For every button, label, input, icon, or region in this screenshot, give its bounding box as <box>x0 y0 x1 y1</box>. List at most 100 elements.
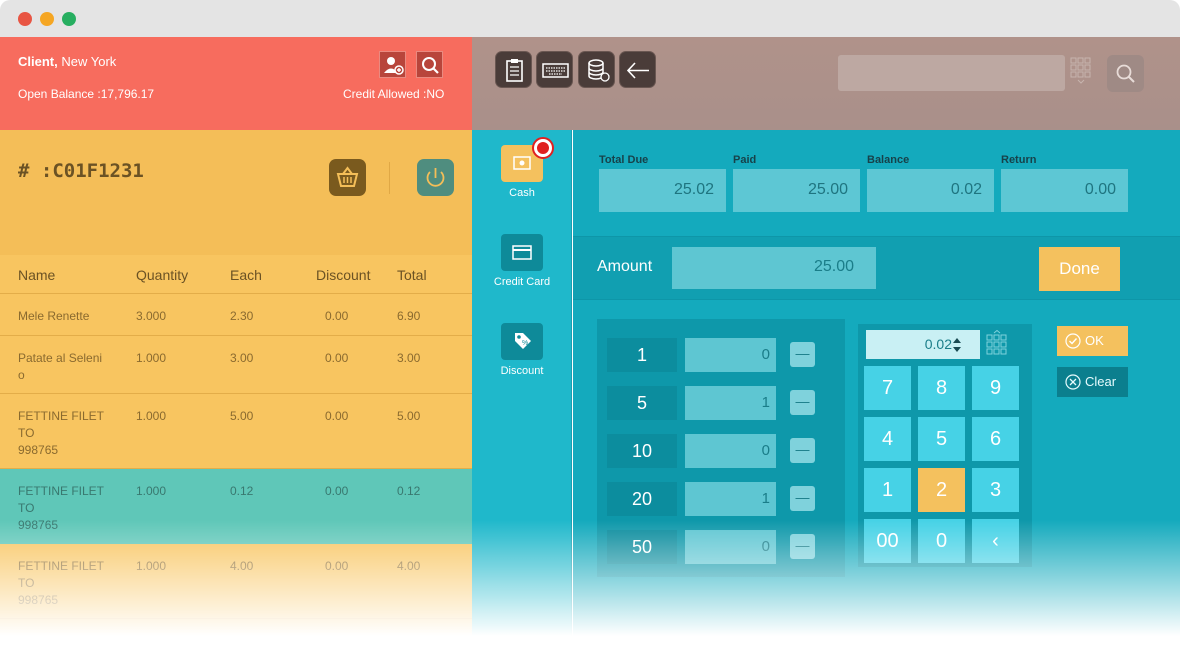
denomination-count-field[interactable]: 0 <box>685 530 776 564</box>
minimize-window-dot[interactable] <box>40 12 54 26</box>
cell-each: 5.00 <box>230 409 254 423</box>
cell-name: Mele Renette <box>18 309 90 323</box>
denomination-label[interactable]: 20 <box>607 482 677 516</box>
payment-method-credit-card[interactable]: Credit Card <box>472 234 572 288</box>
payment-method-cash[interactable]: Cash <box>472 137 572 199</box>
stepper-icon <box>953 338 961 352</box>
denomination-count-field[interactable]: 1 <box>685 482 776 516</box>
table-row[interactable]: FETTINE FILET TO 998765 1.000 4.00 0.00 4.00 <box>0 544 472 619</box>
cell-total: 3.00 <box>397 351 421 365</box>
table-row[interactable]: FETTINE FILET TO 998765 1.000 0.12 0.00 0.12 <box>0 469 472 544</box>
divider <box>389 162 390 194</box>
client-label: Client, <box>18 54 58 69</box>
decrement-button[interactable]: — <box>790 486 815 511</box>
denomination-count-field[interactable]: 1 <box>685 386 776 420</box>
database-sync-button[interactable] <box>578 51 615 88</box>
basket-button[interactable] <box>329 159 366 196</box>
keypad-key[interactable]: 0 <box>918 519 965 563</box>
credit-card-icon <box>501 234 543 271</box>
keyboard-button[interactable] <box>536 51 573 88</box>
header-quantity: Quantity <box>136 267 189 283</box>
product-search-input[interactable] <box>838 55 1065 91</box>
product-search-button[interactable] <box>1107 55 1144 92</box>
total-due-field: 25.02 <box>599 169 726 212</box>
payment-area: Total Due 25.02 Paid 25.00 Balance 0.02 … <box>573 130 1180 665</box>
return-field: 0.00 <box>1001 169 1128 212</box>
ok-button[interactable]: OK <box>1057 326 1128 356</box>
cell-discount: 0.00 <box>325 559 349 573</box>
return-label: Return <box>1001 154 1037 166</box>
keypad-key[interactable]: 9 <box>972 366 1019 410</box>
power-button[interactable] <box>417 159 454 196</box>
add-client-button[interactable] <box>379 51 406 78</box>
client-bar: Client, New York Open Balance :17,796.17… <box>0 37 472 130</box>
keypad-key[interactable]: 5 <box>918 417 965 461</box>
keypad-key[interactable]: 6 <box>972 417 1019 461</box>
keypad-stepper[interactable] <box>952 336 962 359</box>
keypad-key[interactable]: 1 <box>864 468 911 512</box>
denomination-count-field[interactable]: 0 <box>685 434 776 468</box>
minus-icon: — <box>795 441 810 457</box>
denomination-label[interactable]: 5 <box>607 386 677 420</box>
denomination-count-field[interactable]: 0 <box>685 338 776 372</box>
keypad-key[interactable]: 2 <box>918 468 965 512</box>
grid-toggle-button[interactable] <box>1070 57 1092 85</box>
close-circle-icon <box>1065 374 1081 390</box>
back-button[interactable] <box>619 51 656 88</box>
close-window-dot[interactable] <box>18 12 32 26</box>
add-user-icon <box>384 57 404 75</box>
keypad-key[interactable]: 00 <box>864 519 911 563</box>
minus-icon: — <box>795 393 810 409</box>
header-discount: Discount <box>316 267 371 283</box>
cell-total: 4.00 <box>397 559 421 573</box>
check-circle-icon <box>1065 333 1081 349</box>
keyboard-icon <box>542 63 569 78</box>
cell-name: FETTINE FILET TO 998765 <box>18 559 105 607</box>
keypad-key[interactable]: 4 <box>864 417 911 461</box>
header-total: Total <box>397 267 427 283</box>
cell-quantity: 1.000 <box>136 409 167 423</box>
cell-each: 0.12 <box>230 484 254 498</box>
decrement-button[interactable]: — <box>790 390 815 415</box>
denomination-label[interactable]: 50 <box>607 530 677 564</box>
ok-label: OK <box>1085 333 1104 348</box>
clear-button[interactable]: Clear <box>1057 367 1128 397</box>
arrow-left-icon <box>626 62 649 79</box>
header-name: Name <box>18 267 56 283</box>
paid-field: 25.00 <box>733 169 860 212</box>
table-row[interactable]: Mele Renette 3.000 2.30 0.00 6.90 <box>0 294 472 336</box>
cell-quantity: 1.000 <box>136 484 167 498</box>
cell-name: FETTINE FILET TO 998765 <box>18 409 105 457</box>
table-row[interactable]: Patate al Seleni o 1.000 3.00 0.00 3.00 <box>0 336 472 394</box>
payment-method-discount[interactable]: % Discount <box>472 323 572 377</box>
minus-icon: — <box>795 345 810 361</box>
denominations-panel: 1 0—5 1—10 0—20 1—50 0— <box>597 319 845 577</box>
decrement-button[interactable]: — <box>790 342 815 367</box>
keypad-key[interactable]: 7 <box>864 366 911 410</box>
table-row[interactable]: FETTINE FILET TO 998765 1.000 5.00 0.00 5.00 <box>0 394 472 469</box>
header-each: Each <box>230 267 262 283</box>
denomination-label[interactable]: 10 <box>607 434 677 468</box>
keypad-key[interactable]: 3 <box>972 468 1019 512</box>
cell-each: 3.00 <box>230 351 254 365</box>
search-icon <box>1116 64 1135 83</box>
backspace-key[interactable]: ‹ <box>972 519 1019 563</box>
discount-label: Discount <box>500 365 544 377</box>
cell-total: 5.00 <box>397 409 421 423</box>
maximize-window-dot[interactable] <box>62 12 76 26</box>
search-client-button[interactable] <box>416 51 443 78</box>
cell-quantity: 1.000 <box>136 351 167 365</box>
cell-quantity: 3.000 <box>136 309 167 323</box>
clipboard-button[interactable] <box>495 51 532 88</box>
cell-each: 2.30 <box>230 309 254 323</box>
decrement-button[interactable]: — <box>790 534 815 559</box>
keypad-input[interactable]: 0.02 <box>866 330 980 359</box>
keypad-key[interactable]: 8 <box>918 366 965 410</box>
keypad-grid-button[interactable] <box>986 329 1008 361</box>
amount-input[interactable]: 25.00 <box>672 247 876 289</box>
database-sync-icon <box>588 59 610 82</box>
cell-total: 6.90 <box>397 309 421 323</box>
decrement-button[interactable]: — <box>790 438 815 463</box>
done-button[interactable]: Done <box>1039 247 1120 291</box>
denomination-label[interactable]: 1 <box>607 338 677 372</box>
